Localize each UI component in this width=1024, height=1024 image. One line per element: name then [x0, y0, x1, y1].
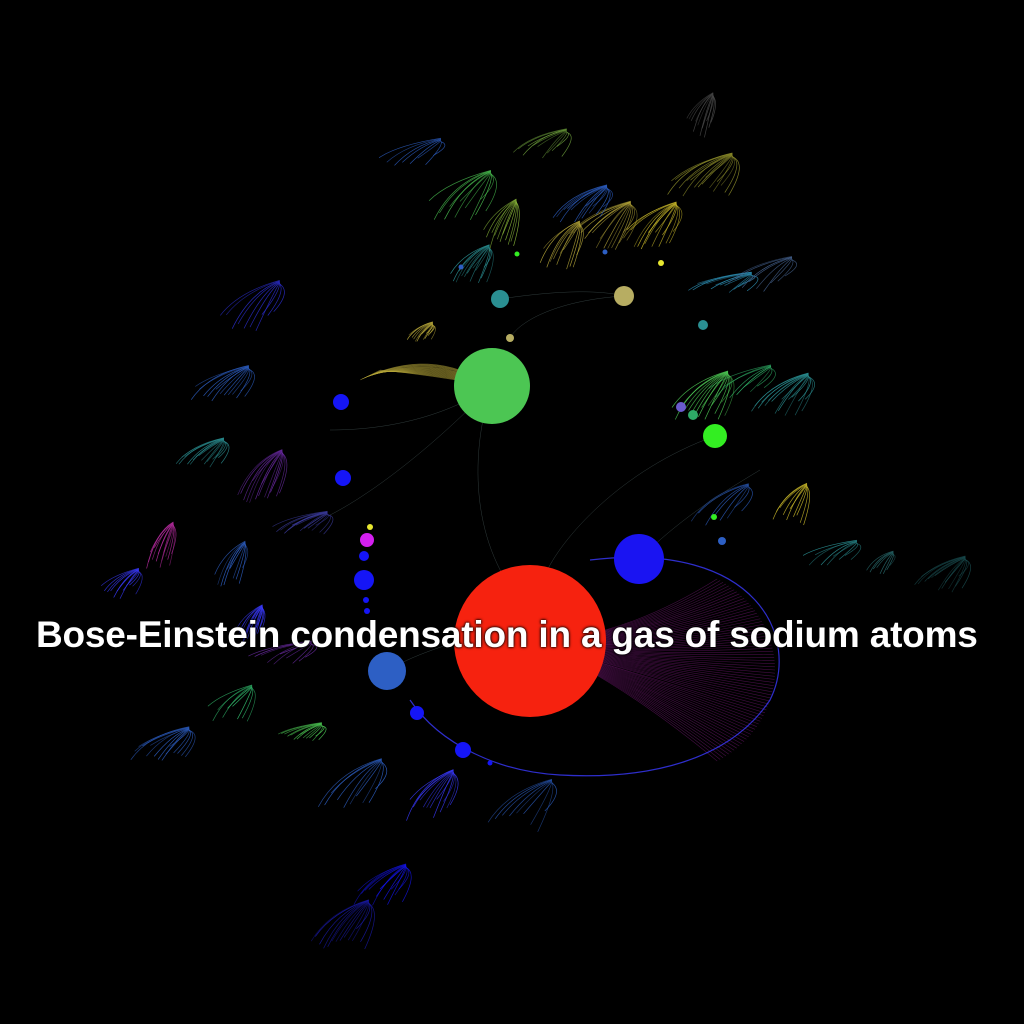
node-yellow-small[interactable]: [658, 260, 664, 266]
node-blue[interactable]: [410, 706, 424, 720]
node-green-small[interactable]: [688, 410, 698, 420]
node-green-small[interactable]: [514, 251, 520, 257]
node-hub-green[interactable]: [454, 348, 530, 424]
node-hub-lime[interactable]: [703, 424, 727, 448]
node-hub-blue-right[interactable]: [614, 534, 664, 584]
node-blue[interactable]: [354, 570, 374, 590]
node-blue-small[interactable]: [718, 537, 726, 545]
node-khaki-small[interactable]: [506, 334, 514, 342]
node-hub-magenta[interactable]: [360, 533, 374, 547]
node-blue-small[interactable]: [458, 264, 464, 270]
citation-network-graph: [0, 0, 1024, 1024]
node-blue[interactable]: [333, 394, 349, 410]
node-blue[interactable]: [455, 742, 471, 758]
node-blue-small[interactable]: [487, 760, 493, 766]
node-yellow-small[interactable]: [367, 524, 373, 530]
background: [0, 0, 1024, 1024]
node-blue-small[interactable]: [602, 249, 608, 255]
node-hub-teal[interactable]: [491, 290, 509, 308]
node-blue[interactable]: [335, 470, 351, 486]
node-hub-khaki[interactable]: [614, 286, 634, 306]
node-blue-small[interactable]: [363, 597, 369, 603]
node-purple-small[interactable]: [676, 402, 686, 412]
node-green-small[interactable]: [711, 514, 717, 520]
node-blue[interactable]: [359, 551, 369, 561]
node-teal[interactable]: [698, 320, 708, 330]
graph-title: Bose-Einstein condensation in a gas of s…: [36, 614, 978, 655]
